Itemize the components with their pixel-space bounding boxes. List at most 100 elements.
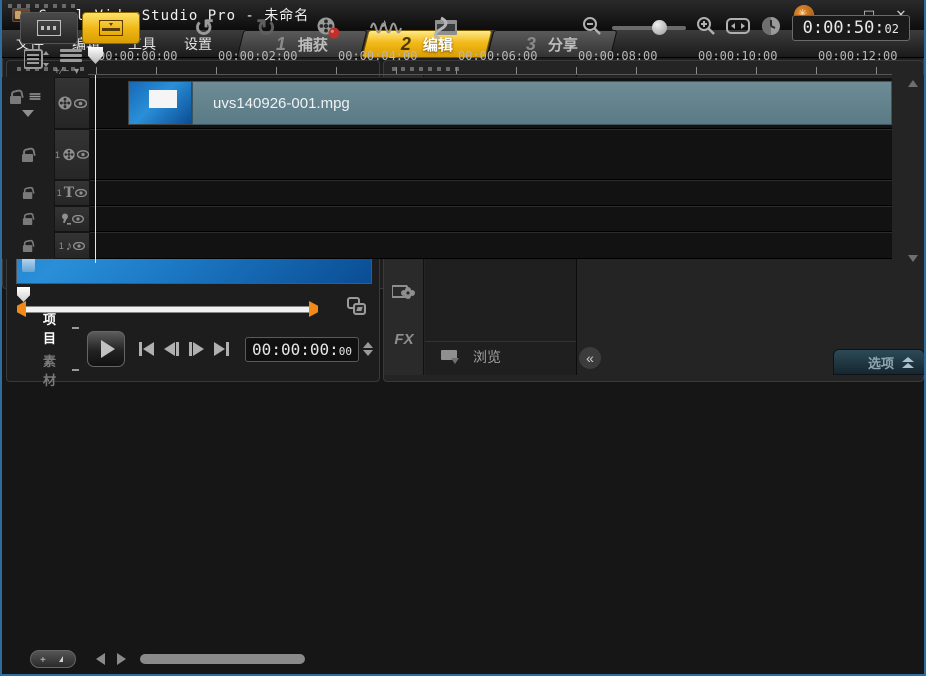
sound-mixer-button[interactable]: ♪ (364, 12, 408, 44)
title-track: 1 T (2, 180, 924, 206)
timeline-ruler[interactable]: 00:00:00:00 00:00:02:00 00:00:04:00 00:0… (88, 47, 897, 75)
video-track-icon (58, 96, 72, 110)
go-to-end-button[interactable] (214, 342, 230, 356)
options-button[interactable]: 选项 (833, 349, 924, 375)
voice-track-header[interactable] (54, 206, 90, 232)
overlay-track-body[interactable] (90, 129, 892, 180)
timeline-toolbar: ↺ ↺ ♪ 0:00:50:02 (2, 9, 924, 47)
video-track-header[interactable] (54, 77, 90, 129)
playback-controls: 项目 素材 00:00:00:00 (15, 312, 373, 388)
music-track-header[interactable]: 1 ♪ (54, 232, 90, 259)
show-all-tracks-button[interactable] (60, 49, 82, 62)
overlay-track-icon (63, 148, 75, 161)
undo-button[interactable]: ↺ (182, 12, 226, 44)
nav-filter-icon[interactable]: FX (387, 325, 421, 353)
next-frame-button[interactable] (189, 342, 205, 356)
voice-track-body[interactable] (90, 206, 892, 232)
ruler-label: 00:00:08:00 (578, 49, 658, 63)
lock-track-icon[interactable] (22, 148, 34, 162)
scrollbar-thumb[interactable] (140, 654, 305, 664)
zoom-slider[interactable] (611, 20, 686, 35)
add-remove-track-buttons[interactable]: +⁄− ▾ (54, 66, 90, 77)
previous-frame-button[interactable] (164, 342, 180, 356)
music-track: 1 ♪ (2, 232, 924, 259)
title-track-body[interactable] (90, 180, 892, 206)
swap-track-button[interactable]: + (30, 650, 76, 668)
title-track-icon: T (63, 185, 75, 201)
track-visibility-icon[interactable] (73, 241, 86, 250)
timeline-view-button[interactable] (82, 12, 140, 44)
ruler-label: 00:00:00:00 (98, 49, 178, 63)
ruler-label: 00:00:10:00 (698, 49, 778, 63)
timeline-vertical-scrollbar[interactable] (906, 80, 920, 262)
mode-project[interactable]: 项目 (43, 309, 80, 347)
nav-graphic-icon[interactable] (387, 277, 421, 305)
video-track: uvs140926-001.mpg (2, 77, 924, 129)
overlay-track: 1 (2, 129, 924, 180)
trim-end-handle[interactable] (309, 301, 318, 317)
music-track-icon: ♪ (65, 238, 73, 253)
desktop-icon (22, 257, 35, 272)
voice-track-icon (61, 213, 71, 225)
collapse-library-button[interactable]: « (579, 347, 601, 369)
lock-track-icon[interactable] (22, 187, 33, 199)
lock-track-icon[interactable] (22, 213, 33, 225)
tracks-area: uvs140926-001.mpg 1 1 T 1 ♪ (2, 77, 924, 259)
spinner-up-icon[interactable] (363, 342, 373, 348)
playhead-line (95, 75, 96, 263)
zoom-in-button[interactable] (696, 16, 716, 41)
chevron-up-icon (902, 356, 914, 368)
svg-text:+: + (40, 655, 46, 664)
timeline-horizontal-scrollbar[interactable] (140, 654, 780, 664)
record-capture-button[interactable] (306, 12, 350, 44)
svg-text:♪: ♪ (381, 16, 387, 30)
scrubber-handle[interactable] (17, 287, 30, 302)
track-visibility-icon[interactable] (75, 189, 88, 197)
zoom-slider-thumb[interactable] (651, 20, 667, 35)
play-button[interactable] (87, 331, 126, 367)
track-visibility-icon[interactable] (76, 150, 89, 159)
voice-track (2, 206, 924, 232)
track-visibility-icon[interactable] (74, 98, 87, 108)
enlarge-preview-icon[interactable] (347, 297, 367, 315)
fit-project-in-window-button[interactable] (725, 17, 750, 40)
video-track-body[interactable]: uvs140926-001.mpg (90, 77, 892, 129)
spinner-down-icon[interactable] (363, 350, 373, 356)
clip-name: uvs140926-001.mpg (213, 94, 350, 112)
go-to-start-button[interactable] (139, 342, 155, 356)
preview-timecode[interactable]: 00:00:00:00 (245, 336, 359, 362)
ruler-label: 00:00:04:00 (338, 49, 418, 63)
scroll-right-icon[interactable] (117, 653, 126, 665)
collapse-tracks-icon[interactable] (22, 109, 34, 117)
redo-button[interactable]: ↺ (244, 12, 288, 44)
scroll-left-icon[interactable] (96, 653, 105, 665)
timeline-time-display: 0:00:50:02 (791, 15, 910, 41)
play-icon (100, 340, 115, 358)
ruler-label: 00:00:12:00 (818, 49, 898, 63)
storyboard-view-button[interactable] (20, 12, 78, 44)
track-visibility-icon[interactable] (71, 215, 84, 223)
ripple-editing-button[interactable] (422, 12, 466, 44)
lock-track-icon[interactable] (10, 90, 22, 104)
project-duration-icon[interactable] (760, 15, 782, 42)
timeline-bottom-bar: + (2, 648, 924, 670)
timeline-panel: ↺ ↺ ♪ 0:00:50:02 00:00:00:00 00:00:02:00… (2, 0, 924, 668)
lock-track-icon[interactable] (22, 240, 33, 252)
ruler-ticks (96, 67, 892, 74)
zoom-out-button[interactable] (582, 16, 602, 41)
browse-button[interactable]: 浏览 (425, 341, 576, 371)
track-manager-button[interactable] (23, 49, 50, 74)
scroll-down-icon[interactable] (908, 255, 918, 262)
track-list-icon[interactable] (29, 93, 41, 100)
title-track-header[interactable]: 1 T (54, 180, 90, 206)
video-track-gutter (2, 77, 54, 129)
overlay-track-header[interactable]: 1 (54, 129, 90, 180)
scroll-up-icon[interactable] (908, 80, 918, 87)
options-label: 选项 (867, 355, 894, 371)
timecode-spinner[interactable] (363, 342, 373, 356)
timeline-clip[interactable]: uvs140926-001.mpg (128, 81, 892, 125)
music-track-body[interactable] (90, 232, 892, 259)
mode-clip[interactable]: 素材 (43, 351, 80, 389)
trim-start-handle[interactable] (17, 301, 26, 317)
panel-drag-handle[interactable] (8, 4, 80, 8)
